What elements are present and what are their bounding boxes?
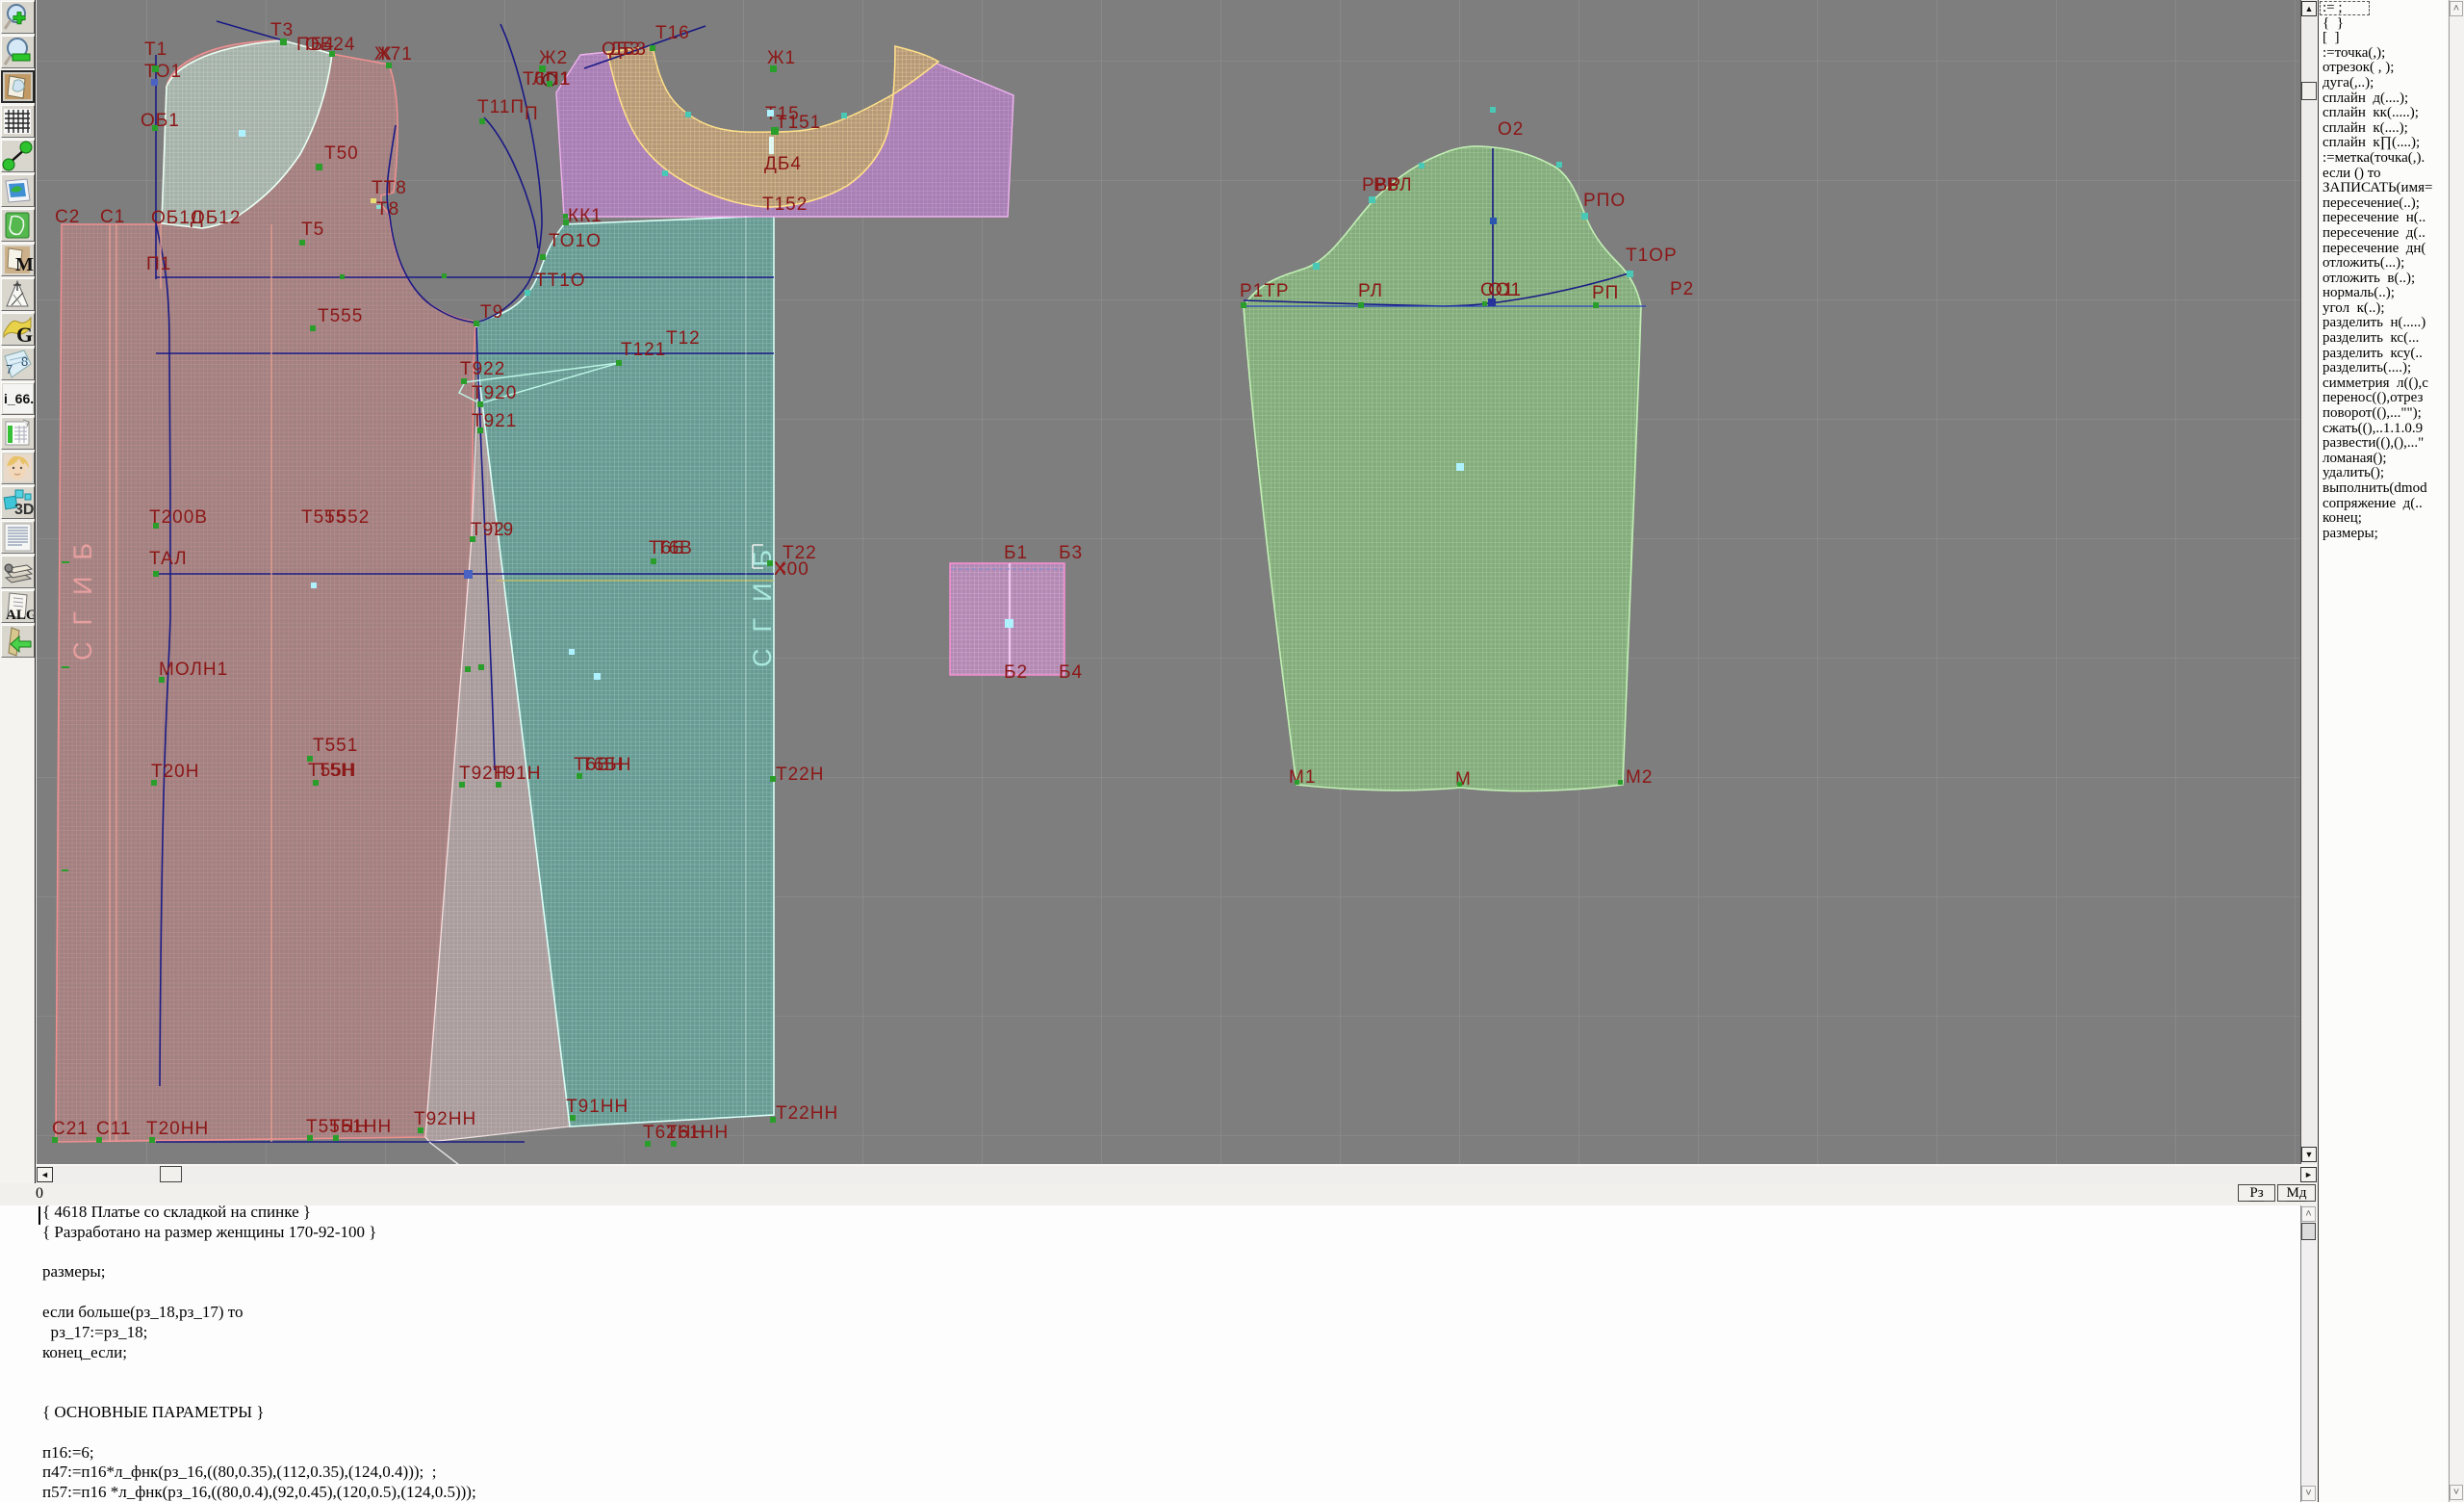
svg-text:ДБ3: ДБ3 — [609, 39, 647, 60]
svg-text:С1: С1 — [100, 207, 125, 227]
svg-text:Т6БН: Т6БН — [581, 755, 631, 775]
svg-text:РВЛ: РВЛ — [1373, 175, 1413, 195]
svg-text:ДБ4: ДБ4 — [764, 154, 802, 174]
svg-text:Т121: Т121 — [621, 340, 666, 360]
svg-text:Т9: Т9 — [491, 520, 514, 540]
svg-text:РП: РП — [1592, 283, 1619, 303]
svg-text:ТТ8: ТТ8 — [372, 178, 407, 198]
svg-text:М2: М2 — [1626, 767, 1653, 788]
svg-text:ОБ12: ОБ12 — [191, 208, 241, 228]
svg-text:С11: С11 — [96, 1119, 131, 1139]
svg-text:О2: О2 — [1498, 119, 1524, 140]
svg-text:Т8: Т8 — [376, 199, 399, 220]
svg-text:Б1: Б1 — [1004, 543, 1028, 563]
svg-text:П1: П1 — [146, 254, 171, 274]
svg-text:Т552: Т552 — [324, 507, 370, 528]
svg-text:Т12: Т12 — [666, 328, 701, 349]
svg-text:О1: О1 — [1488, 280, 1514, 300]
svg-text:ОБ1: ОБ1 — [141, 111, 180, 131]
svg-text:Т3: Т3 — [270, 20, 294, 40]
svg-text:Т92НН: Т92НН — [414, 1109, 476, 1129]
svg-text:ТО1: ТО1 — [144, 62, 182, 82]
svg-text:Т91НН: Т91НН — [566, 1097, 629, 1117]
svg-text:G: G — [16, 323, 33, 345]
svg-text:Т20НН: Т20НН — [146, 1119, 209, 1139]
svg-text:Т22НН: Т22НН — [776, 1103, 838, 1124]
svg-text:ALG: ALG — [6, 608, 34, 622]
svg-text:Б3: Б3 — [1059, 543, 1083, 563]
svg-text:Т555: Т555 — [318, 306, 363, 326]
svg-text:Х71: Х71 — [377, 44, 413, 65]
svg-text:Т1: Т1 — [144, 39, 167, 60]
svg-text:3D: 3D — [14, 502, 34, 518]
svg-text:Т551: Т551 — [313, 736, 358, 756]
svg-text:ТТ1О: ТТ1О — [535, 271, 586, 291]
svg-text:Т920: Т920 — [472, 383, 517, 403]
svg-text:Т151: Т151 — [776, 113, 821, 133]
svg-text:Т20Н: Т20Н — [151, 762, 199, 782]
svg-text:МОЛН1: МОЛН1 — [159, 660, 228, 680]
svg-text:ТО1О: ТО1О — [549, 231, 602, 251]
svg-text:Р1ТР: Р1ТР — [1240, 281, 1290, 301]
svg-text:Р2: Р2 — [1670, 279, 1694, 299]
svg-text:РЛ: РЛ — [1358, 281, 1383, 301]
svg-text:Т9: Т9 — [480, 302, 503, 323]
svg-text:Б4: Б4 — [1059, 662, 1083, 683]
svg-text:КК1: КК1 — [568, 206, 603, 226]
svg-text:С21: С21 — [52, 1119, 89, 1139]
svg-text:Т91Н: Т91Н — [493, 764, 541, 784]
svg-text:П: П — [525, 104, 539, 124]
svg-text:Т22Н: Т22Н — [776, 764, 824, 785]
svg-text:Ж2: Ж2 — [539, 48, 568, 68]
svg-text:Т11П: Т11П — [477, 97, 525, 117]
svg-text:Т6В: Т6В — [656, 538, 693, 558]
svg-text:Т922: Т922 — [460, 359, 505, 379]
svg-text:i_66.: i_66. — [4, 391, 34, 406]
svg-text:РПО: РПО — [1583, 191, 1626, 211]
svg-text:Т1ОР: Т1ОР — [1626, 246, 1678, 266]
svg-text:Т152: Т152 — [762, 194, 808, 215]
svg-text:Т50: Т50 — [324, 143, 359, 164]
svg-text:M: M — [15, 254, 34, 275]
svg-text:ТАЛ: ТАЛ — [149, 549, 188, 569]
svg-text:С2: С2 — [55, 207, 80, 227]
svg-text:М1: М1 — [1289, 767, 1316, 788]
svg-text:Т5Н: Т5Н — [318, 761, 355, 781]
svg-text:Б2: Б2 — [1004, 662, 1028, 683]
svg-text:Т16: Т16 — [655, 23, 690, 43]
svg-text:Т51НН: Т51НН — [329, 1117, 392, 1137]
svg-text:Т5: Т5 — [301, 220, 324, 240]
svg-text:Т61НН: Т61НН — [666, 1123, 729, 1143]
svg-text:Ж1: Ж1 — [767, 48, 796, 68]
